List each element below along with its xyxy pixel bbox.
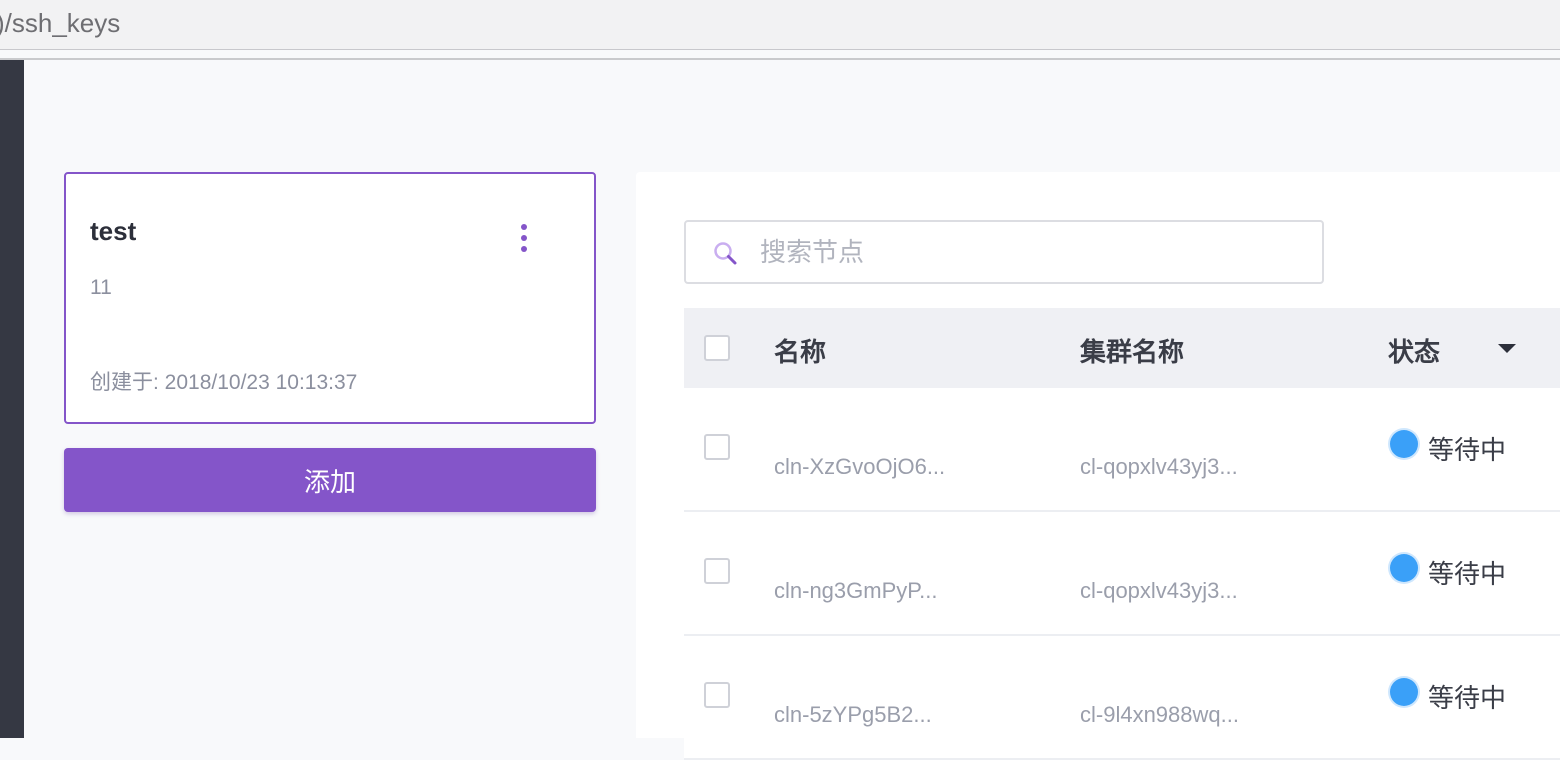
search-icon [714, 242, 737, 265]
column-header-cluster-name[interactable]: 集群名称 [1080, 332, 1184, 369]
column-header-name[interactable]: 名称 [774, 332, 826, 369]
status-pending-icon [1390, 678, 1418, 706]
cluster-name-cell[interactable]: cl-qopxlv43yj3... [1080, 578, 1238, 604]
row-checkbox[interactable] [704, 682, 730, 708]
table-row[interactable]: cln-5zYPg5B2... cl-9l4xn988wq... 等待中 [684, 636, 1560, 760]
table-row[interactable]: cln-XzGvoOjO6... cl-qopxlv43yj3... 等待中 [684, 388, 1560, 512]
node-list-panel: 名称 集群名称 状态 cln-XzGvoOjO6... cl-qopxlv43y… [636, 172, 1560, 760]
select-all-checkbox[interactable] [704, 335, 730, 361]
table-row[interactable]: cln-ng3GmPyP... cl-qopxlv43yj3... 等待中 [684, 512, 1560, 636]
row-checkbox[interactable] [704, 558, 730, 584]
node-name-cell[interactable]: cln-ng3GmPyP... [774, 578, 937, 604]
node-name-cell[interactable]: cln-XzGvoOjO6... [774, 454, 945, 480]
url-text[interactable]: )/ssh_keys [0, 8, 120, 39]
more-vertical-icon[interactable] [514, 222, 534, 254]
cluster-name-cell[interactable]: cl-9l4xn988wq... [1080, 702, 1239, 728]
search-box[interactable] [684, 220, 1324, 284]
add-button[interactable]: 添加 [64, 448, 596, 512]
more-dot [521, 235, 527, 241]
status-pending-icon [1390, 430, 1418, 458]
row-checkbox[interactable] [704, 434, 730, 460]
ssh-key-card[interactable]: test 11 创建于: 2018/10/23 10:13:37 [64, 172, 596, 424]
search-input[interactable] [758, 232, 1302, 274]
status-text: 等待中 [1428, 560, 1507, 590]
left-sidebar-rail [0, 60, 24, 738]
more-dot [521, 246, 527, 252]
ssh-key-name: test [90, 216, 137, 246]
table-header: 名称 集群名称 状态 [684, 308, 1560, 388]
ssh-key-created-time: 创建于: 2018/10/23 10:13:37 [90, 371, 358, 394]
status-pending-icon [1390, 554, 1418, 582]
column-header-status[interactable]: 状态 [1388, 332, 1440, 369]
ssh-key-description: 11 [90, 276, 112, 299]
status-text: 等待中 [1428, 684, 1507, 714]
cluster-name-cell[interactable]: cl-qopxlv43yj3... [1080, 454, 1238, 480]
status-filter-caret-icon[interactable] [1498, 344, 1516, 353]
status-text: 等待中 [1428, 436, 1507, 466]
browser-url-bar[interactable]: )/ssh_keys [0, 0, 1560, 50]
more-dot [521, 224, 527, 230]
node-name-cell[interactable]: cln-5zYPg5B2... [774, 702, 932, 728]
